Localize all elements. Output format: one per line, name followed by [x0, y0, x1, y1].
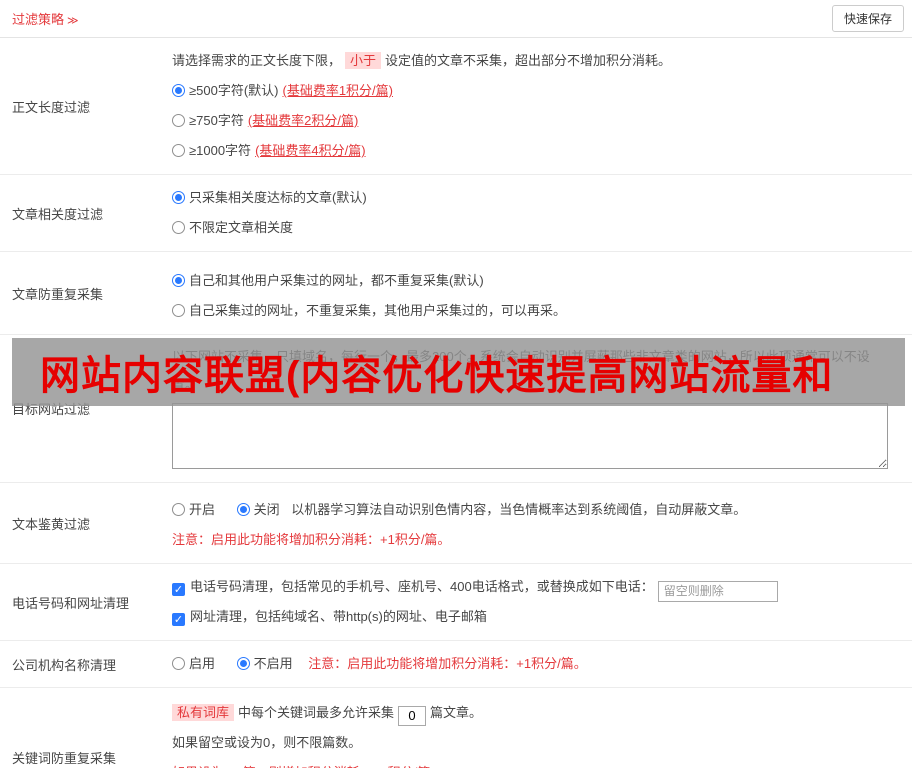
row-relevance-filter: 文章相关度过滤 只采集相关度达标的文章(默认) 不限定文章相关度	[0, 175, 912, 252]
replacement-phone-input[interactable]	[657, 580, 778, 602]
radio-label: 开启	[189, 502, 216, 517]
radio-option-company-off[interactable]: 不启用	[236, 656, 297, 671]
checkbox-phone-clean[interactable]: 电话号码清理，包括常见的手机号、座机号、400电话格式，或替换成如下电话：	[172, 572, 902, 602]
radio-label: 自己和其他用户采集过的网址，都不重复采集(默认)	[189, 273, 484, 288]
porn-filter-note: 注意：启用此功能将增加积分消耗：+1积分/篇。	[172, 532, 451, 547]
radio-icon[interactable]	[172, 304, 185, 317]
radio-label: 启用	[189, 656, 216, 671]
keyword-line1-mid: 中每个关键词最多允许采集	[238, 705, 395, 720]
quick-save-button[interactable]: 快速保存	[831, 5, 904, 32]
radio-option-relevance-yes[interactable]: 只采集相关度达标的文章(默认)	[172, 183, 902, 213]
radio-icon[interactable]	[172, 221, 185, 234]
private-lexicon-highlight: 私有词库	[172, 704, 235, 721]
checkbox-checked-icon[interactable]	[172, 583, 185, 596]
keyword-dedup-content: 私有词库中每个关键词最多允许采集 篇文章。 如果留空或设为0，则不限篇数。 如果设…	[172, 688, 912, 768]
porn-filter-label: 文本鉴黄过滤	[12, 516, 91, 532]
row-dedup-filter: 文章防重复采集 自己和其他用户采集过的网址，都不重复采集(默认) 自己采集过的网…	[0, 252, 912, 335]
max-articles-input[interactable]	[398, 705, 427, 726]
chevron-down-icon: ≫	[67, 15, 79, 27]
keyword-line2: 如果留空或设为0，则不限篇数。	[172, 735, 362, 750]
radio-icon[interactable]	[172, 114, 185, 127]
company-clean-label: 公司机构名称清理	[12, 657, 117, 673]
relevance-filter-content: 只采集相关度达标的文章(默认) 不限定文章相关度	[172, 175, 912, 251]
dedup-filter-label: 文章防重复采集	[12, 286, 104, 302]
radio-icon[interactable]	[236, 657, 250, 670]
relevance-filter-label: 文章相关度过滤	[12, 206, 104, 222]
radio-option-porn-off[interactable]: 关闭	[236, 502, 284, 517]
porn-filter-desc: 以机器学习算法自动识别色情内容，当色情概率达到系统阈值，自动屏蔽文章。	[291, 502, 747, 517]
radio-icon[interactable]	[172, 657, 185, 670]
length-filter-label: 正文长度过滤	[12, 99, 91, 115]
intro-post: 设定值的文章不采集，超出部分不增加积分消耗。	[385, 53, 672, 68]
company-clean-note: 注意：启用此功能将增加积分消耗：+1积分/篇。	[308, 656, 587, 671]
porn-filter-content: 开启 关闭 以机器学习算法自动识别色情内容，当色情概率达到系统阈值，自动屏蔽文章…	[172, 483, 912, 563]
row-company-clean: 公司机构名称清理 启用 不启用 注意：启用此功能将增加积分消耗：+1积分/篇。	[0, 641, 912, 688]
rate-link-2[interactable]: (基础费率2积分/篇)	[248, 113, 359, 128]
radio-option-porn-on[interactable]: 开启	[172, 502, 219, 517]
company-clean-content: 启用 不启用 注意：启用此功能将增加积分消耗：+1积分/篇。	[172, 641, 912, 687]
filter-strategy-page: 过滤策略 ≫ 快速保存 正文长度过滤 请选择需求的正文长度下限， 小于 设定值的文章不…	[0, 0, 912, 768]
site-filter-textarea[interactable]	[172, 403, 888, 469]
radio-label: 不启用	[253, 656, 293, 671]
less-than-highlight: 小于	[345, 52, 382, 69]
radio-option-relevance-no[interactable]: 不限定文章相关度	[172, 213, 902, 243]
dedup-filter-content: 自己和其他用户采集过的网址，都不重复采集(默认) 自己采集过的网址，不重复采集，…	[172, 252, 912, 334]
radio-option-750[interactable]: ≥750字符 (基础费率2积分/篇)	[172, 106, 902, 136]
radio-icon[interactable]	[236, 503, 250, 516]
radio-icon[interactable]	[172, 274, 185, 287]
topbar: 过滤策略 ≫ 快速保存	[0, 0, 912, 38]
row-length-filter: 正文长度过滤 请选择需求的正文长度下限， 小于 设定值的文章不采集，超出部分不增加积…	[0, 38, 912, 175]
keyword-line1-post: 篇文章。	[430, 705, 483, 720]
radio-label: ≥1000字符	[189, 143, 252, 158]
radio-option-dedup-all[interactable]: 自己和其他用户采集过的网址，都不重复采集(默认)	[172, 266, 902, 296]
phone-clean-label: 电话号码和网址清理	[12, 595, 130, 611]
radio-label: 只采集相关度达标的文章(默认)	[189, 190, 367, 205]
intro-pre: 请选择需求的正文长度下限，	[172, 53, 342, 68]
radio-label: 关闭	[253, 502, 280, 517]
page-title[interactable]: 过滤策略 ≫	[12, 9, 79, 28]
rate-link-1[interactable]: (基础费率1积分/篇)	[282, 83, 393, 98]
keyword-line3: 如果设为1-4篇，则增加积分消耗：+2积分/篇。	[172, 758, 902, 768]
row-porn-filter: 文本鉴黄过滤 开启 关闭 以机器学习算法自动识别色情内容，当色情概率达到系统阈值…	[0, 483, 912, 564]
rate-link-3[interactable]: (基础费率4积分/篇)	[255, 143, 366, 158]
radio-icon[interactable]	[172, 503, 185, 516]
radio-label: 不限定文章相关度	[189, 220, 294, 235]
watermark-text: 网站内容联盟(内容优化快速提高网站流量和	[40, 354, 834, 398]
radio-icon[interactable]	[172, 84, 185, 97]
radio-option-company-on[interactable]: 启用	[172, 656, 219, 671]
row-phone-clean: 电话号码和网址清理 电话号码清理，包括常见的手机号、座机号、400电话格式，或替…	[0, 564, 912, 641]
checkbox-checked-icon[interactable]	[172, 613, 185, 626]
radio-label: 自己采集过的网址，不重复采集，其他用户采集过的，可以再采。	[189, 303, 567, 318]
row-keyword-dedup: 关键词防重复采集 私有词库中每个关键词最多允许采集 篇文章。 如果留空或设为0，则…	[0, 688, 912, 768]
watermark-overlay: 网站内容联盟(内容优化快速提高网站流量和	[12, 338, 905, 406]
phone-clean-content: 电话号码清理，包括常见的手机号、座机号、400电话格式，或替换成如下电话： 网址…	[172, 564, 912, 640]
radio-label: ≥750字符	[189, 113, 244, 128]
length-filter-intro: 请选择需求的正文长度下限， 小于 设定值的文章不采集，超出部分不增加积分消耗。	[172, 46, 902, 76]
checkbox-label: 网址清理，包括纯域名、带http(s)的网址、电子邮箱	[190, 609, 487, 624]
checkbox-url-clean[interactable]: 网址清理，包括纯域名、带http(s)的网址、电子邮箱	[172, 602, 902, 632]
radio-icon[interactable]	[172, 191, 185, 204]
keyword-dedup-label: 关键词防重复采集	[12, 750, 117, 766]
radio-option-dedup-self[interactable]: 自己采集过的网址，不重复采集，其他用户采集过的，可以再采。	[172, 296, 902, 326]
radio-icon[interactable]	[172, 144, 185, 157]
radio-label: ≥500字符(默认)	[189, 83, 279, 98]
radio-option-500[interactable]: ≥500字符(默认) (基础费率1积分/篇)	[172, 76, 902, 106]
checkbox-label: 电话号码清理，包括常见的手机号、座机号、400电话格式，或替换成如下电话：	[190, 579, 654, 594]
page-title-text: 过滤策略	[12, 12, 65, 27]
radio-option-1000[interactable]: ≥1000字符 (基础费率4积分/篇)	[172, 136, 902, 166]
length-filter-content: 请选择需求的正文长度下限， 小于 设定值的文章不采集，超出部分不增加积分消耗。 ≥5…	[172, 38, 912, 174]
